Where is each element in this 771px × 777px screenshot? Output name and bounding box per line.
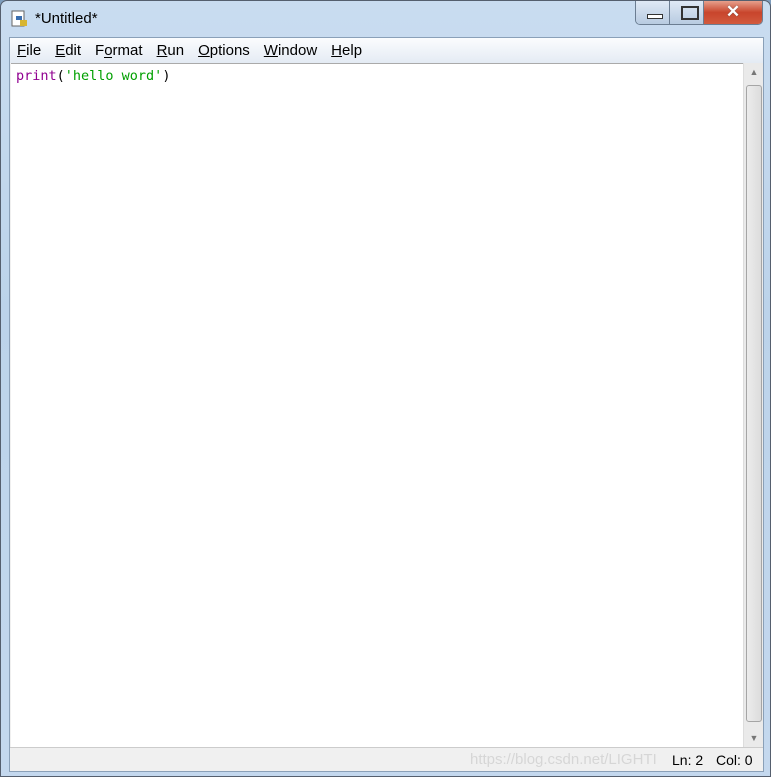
status-line: Ln: 2	[672, 752, 704, 768]
code-editor[interactable]: print('hello word')	[11, 63, 743, 747]
code-string: 'hello word'	[64, 68, 163, 84]
menu-run[interactable]: Run	[150, 42, 192, 59]
menu-options[interactable]: Options	[191, 42, 257, 59]
menu-edit[interactable]: Edit	[48, 42, 88, 59]
close-button[interactable]: ✕	[704, 1, 762, 24]
code-keyword: print	[16, 68, 57, 84]
menu-format[interactable]: Format	[88, 42, 150, 59]
menu-bar: File Edit Format Run Options Window Help	[10, 38, 763, 63]
menu-file[interactable]: File	[10, 42, 48, 59]
minimize-button[interactable]	[636, 1, 670, 24]
maximize-button[interactable]	[670, 1, 704, 24]
window-frame: *Untitled* ✕ File Edit Format Run Option…	[0, 0, 771, 777]
title-bar[interactable]: *Untitled* ✕	[1, 1, 770, 37]
menu-help[interactable]: Help	[324, 42, 369, 59]
status-bar: https://blog.csdn.net/LIGHTI Ln: 2 Col: …	[10, 747, 763, 771]
vertical-scrollbar[interactable]: ▲ ▼	[743, 63, 763, 747]
python-idle-icon	[11, 10, 27, 27]
code-paren-open: (	[56, 68, 65, 84]
status-col: Col: 0	[716, 752, 753, 768]
close-icon: ✕	[725, 2, 741, 21]
scroll-thumb[interactable]	[746, 85, 762, 722]
scroll-up-icon[interactable]: ▲	[744, 63, 764, 81]
client-area: File Edit Format Run Options Window Help…	[9, 37, 764, 772]
window-title: *Untitled*	[35, 10, 98, 27]
code-paren-close: )	[162, 68, 171, 84]
menu-window[interactable]: Window	[257, 42, 324, 59]
scroll-down-icon[interactable]: ▼	[744, 729, 764, 747]
watermark: https://blog.csdn.net/LIGHTI	[470, 751, 657, 768]
